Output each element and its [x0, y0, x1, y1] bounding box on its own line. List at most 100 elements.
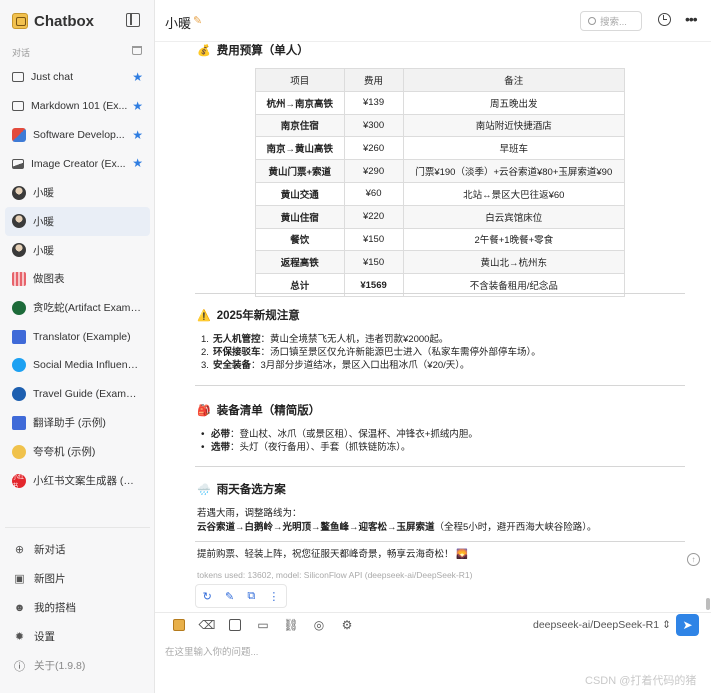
persona-icon[interactable] — [165, 617, 193, 633]
table-cell: 早班车 — [402, 136, 626, 161]
translator-icon — [12, 329, 26, 344]
sidebar-item-label: 小红书文案生成器 (示例) — [33, 475, 141, 488]
table-row: 餐饮 ¥150 2午餐+1晚餐+零食 — [255, 227, 626, 252]
scrollbar[interactable] — [706, 598, 710, 610]
message-content: 💰 费用预算（单人） 项目 费用 备注 杭州→南京高铁 ¥139 周五晚出发 南京住宿 ¥3… — [155, 42, 711, 612]
message-input[interactable]: 在这里输入你的问题... — [165, 644, 258, 658]
web-search-icon[interactable]: ◎ — [305, 617, 333, 633]
sidebar-item-label: Social Media Influencer ... — [33, 359, 141, 372]
sidebar-chat-item[interactable]: 小暖 — [5, 178, 150, 207]
table-cell: 餐饮 — [255, 227, 345, 252]
star-icon[interactable]: ★ — [132, 128, 143, 142]
table-cell: ¥290 — [343, 159, 404, 183]
sidebar-chat-item[interactable]: 贪吃蛇(Artifact Example) — [5, 293, 150, 322]
menu-item[interactable]: ⓘ 关于(1.9.8) — [5, 651, 150, 680]
table-cell: ¥139 — [343, 90, 404, 115]
list-item: 3. 安全装备 ：3月部分步道结冰，景区入口出租冰爪（¥20/天）。 — [201, 359, 541, 372]
xiaohongshu-icon: 小红书 — [12, 473, 26, 490]
scroll-up-icon[interactable]: ↑ — [687, 553, 700, 566]
list-item-title: 安全装备 — [213, 360, 252, 371]
menu-item[interactable]: ▣ 新图片 — [5, 564, 150, 593]
boat-icon — [12, 444, 26, 459]
list-number: 1. — [201, 334, 209, 345]
rain-note: （全程5小时，避开西海大峡谷险路）。 — [434, 522, 597, 533]
sidebar-chat-item[interactable]: 小暖 — [5, 206, 150, 236]
settings-sliders-icon[interactable]: ⚙ — [333, 617, 361, 633]
trash-icon[interactable] — [132, 46, 142, 55]
send-button[interactable]: ➤ — [676, 614, 699, 636]
chevron-updown-icon: ⇕ — [662, 619, 671, 631]
table-cell: 黄山住宿 — [255, 204, 345, 229]
sidebar-divider — [5, 527, 150, 528]
sidebar-chat-item[interactable]: 小暖 — [5, 236, 150, 265]
table-cell: ¥60 — [343, 181, 404, 206]
regenerate-icon[interactable]: ↻ — [203, 590, 212, 603]
link-icon[interactable]: ⛓ — [277, 617, 305, 633]
gear-list: • 必带 ：登山杖、冰爪（或景区租）、保温杯、冲锋衣+抓绒内胆。 • 选带 ：头灯（夜行备… — [201, 428, 478, 454]
bullet: • — [201, 429, 205, 440]
star-icon[interactable]: ★ — [132, 156, 143, 170]
search-icon — [588, 17, 596, 25]
token-usage: tokens used: 13602, model: SiliconFlow A… — [197, 570, 473, 580]
sidebar-chat-item[interactable]: 做图表 — [5, 265, 150, 294]
sidebar-chat-item[interactable]: 翻译助手 (示例) — [5, 409, 150, 438]
input-toolbar: ⌫ ▭ ⛓ ◎ ⚙ — [165, 617, 361, 633]
image-icon — [12, 158, 24, 169]
star-icon[interactable]: ★ — [132, 99, 143, 113]
list-item: • 必带 ：登山杖、冰爪（或景区租）、保温杯、冲锋衣+抓绒内胆。 — [201, 428, 478, 441]
rain-intro: 若遇大雨，调整路线为： — [197, 508, 302, 519]
gear-heading: 🎒 装备清单（精简版） — [197, 402, 320, 418]
sidebar-chat-item[interactable]: Social Media Influencer ... — [5, 351, 150, 380]
chatbox-logo-icon — [12, 13, 28, 29]
warning-icon: ⚠️ — [197, 309, 211, 322]
sidebar-item-label: Translator (Example) — [33, 330, 131, 343]
rain-route: 云谷索道→白鹅岭→光明顶→鳌鱼峰→迎客松→玉屏索道 — [197, 522, 435, 533]
menu-item[interactable]: ⊕ 新对话 — [5, 535, 150, 564]
sidebar-chat-item[interactable]: Software Develop... ★ — [5, 121, 150, 150]
folder-icon[interactable]: ▭ — [249, 617, 277, 633]
sidebar-chat-item[interactable]: 小红书 小红书文案生成器 (示例) — [5, 466, 150, 495]
snake-icon — [12, 300, 26, 315]
edit-title-icon[interactable]: ✎ — [193, 14, 202, 27]
more-options-icon[interactable]: ••• — [685, 11, 698, 27]
eraser-icon[interactable]: ⌫ — [193, 617, 221, 633]
sidebar-chat-item[interactable]: Translator (Example) — [5, 322, 150, 351]
sidebar-item-label: 小暖 — [33, 215, 54, 228]
sidebar-chat-item[interactable]: 夸夸机 (示例) — [5, 437, 150, 466]
edit-icon[interactable]: ✎ — [225, 590, 234, 603]
sidebar-chat-item[interactable]: Image Creator (Ex... ★ — [5, 149, 150, 178]
sidebar-chat-item[interactable]: Travel Guide (Example) — [5, 380, 150, 409]
table-row: 返程高铁 ¥150 黄山北→杭州东 — [255, 250, 626, 275]
star-icon[interactable]: ★ — [132, 70, 143, 84]
sidebar-item-label: Travel Guide (Example) — [33, 388, 141, 401]
plus-circle-icon: ⊕ — [14, 544, 25, 556]
history-icon[interactable] — [658, 13, 671, 26]
model-selector[interactable]: deepseek-ai/DeepSeek-R1 ⇕ — [533, 619, 671, 631]
chart-icon — [12, 271, 26, 286]
developer-avatar-icon — [12, 127, 26, 142]
rules-list: 1. 无人机管控 ：黄山全境禁飞无人机，违者罚款¥2000起。 2. 环保接驳车 ：汤口镇… — [201, 333, 541, 372]
search-input[interactable]: 搜索... — [580, 11, 642, 31]
sidebar-item-label: 贪吃蛇(Artifact Example) — [33, 302, 141, 315]
menu-item[interactable]: ☻ 我的搭档 — [5, 593, 150, 622]
sidebar-chat-item[interactable]: Markdown 101 (Ex... ★ — [5, 92, 150, 121]
table-row: 南京住宿 ¥300 南站附近快捷酒店 — [255, 113, 626, 138]
table-cell: 黄山交通 — [255, 181, 345, 206]
info-icon: ⓘ — [14, 660, 25, 673]
copy-icon[interactable]: ⧉ — [247, 590, 255, 603]
menu-item[interactable]: ✹ 设置 — [5, 622, 150, 651]
list-item-text: ：3月部分步道结冰，景区入口出租冰爪（¥20/天）。 — [251, 360, 470, 371]
sidebar-item-label: Software Develop... — [33, 128, 125, 141]
more-vertical-icon[interactable]: ⋮ — [268, 590, 279, 603]
table-cell: 门票¥190（淡季）+云谷索道¥80+玉屏索道¥90 — [402, 159, 626, 183]
table-header: 项目 — [255, 68, 345, 92]
collapse-sidebar-icon[interactable] — [126, 13, 140, 27]
table-cell: 黄山门票+索道 — [255, 159, 345, 183]
sidebar-chat-item[interactable]: Just chat ★ — [5, 63, 150, 92]
table-cell: ¥220 — [343, 204, 404, 229]
list-number: 2. — [201, 347, 209, 358]
divider — [195, 541, 685, 542]
image-upload-icon[interactable] — [221, 617, 249, 633]
divider — [195, 385, 685, 386]
user-avatar-icon — [12, 214, 26, 229]
